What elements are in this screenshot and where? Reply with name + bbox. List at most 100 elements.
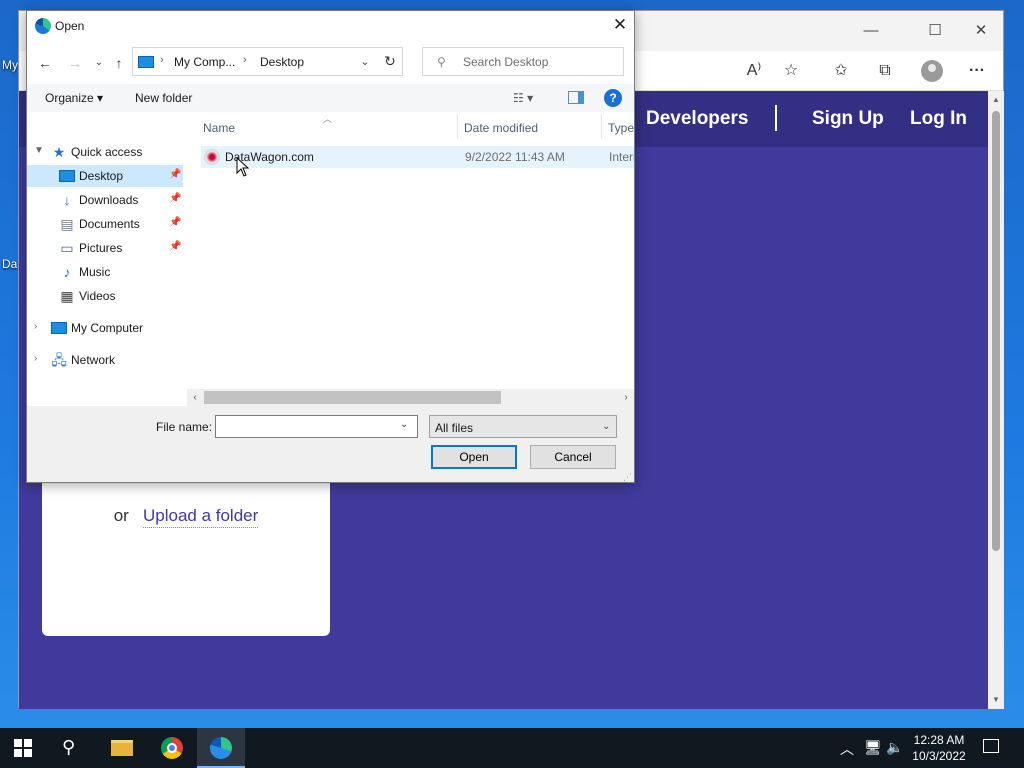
sort-ascending-icon: ︿: [323, 114, 333, 124]
crumb-separator[interactable]: ›: [160, 54, 164, 66]
column-divider[interactable]: [601, 114, 602, 138]
nav-signup-link[interactable]: Sign Up: [812, 108, 884, 130]
organize-button[interactable]: Organize ▾: [45, 91, 103, 105]
minimize-button[interactable]: —: [861, 21, 881, 41]
column-header-date[interactable]: Date modified: [464, 121, 538, 135]
scroll-up-icon[interactable]: ▲: [988, 93, 1004, 107]
maximize-button[interactable]: ☐: [925, 21, 945, 41]
nav-item-music[interactable]: ♪ Music: [27, 261, 183, 283]
desktop-icon-label[interactable]: Da: [2, 257, 17, 271]
file-date: 9/2/2022 11:43 AM: [465, 150, 565, 164]
expand-open-icon[interactable]: ▼: [34, 145, 44, 156]
taskbar-clock[interactable]: 12:28 AM 10/3/2022: [906, 732, 972, 764]
network-icon[interactable]: 🖥: [864, 739, 882, 756]
volume-icon[interactable]: 🔈: [886, 739, 903, 756]
page-scrollbar[interactable]: ▲ ▼: [988, 91, 1004, 709]
column-divider[interactable]: [457, 114, 458, 138]
scroll-down-icon[interactable]: ▼: [988, 693, 1004, 707]
upload-folder-link[interactable]: Upload a folder: [142, 506, 259, 528]
nav-item-desktop[interactable]: Desktop 📌: [27, 165, 183, 187]
clock-date: 10/3/2022: [912, 749, 966, 763]
open-button[interactable]: Open: [431, 445, 517, 469]
refresh-button[interactable]: ↻: [378, 47, 403, 76]
file-row[interactable]: DataWagon.com 9/2/2022 11:43 AM Intern: [201, 146, 634, 168]
add-favorite-icon[interactable]: ☆: [780, 60, 802, 82]
search-box[interactable]: ⚲ Search Desktop: [422, 47, 624, 76]
upload-text: or Upload a folder: [42, 506, 330, 528]
scroll-thumb[interactable]: [992, 111, 1000, 551]
navigation-pane: ▼ ★ Quick access Desktop 📌 ↓ Downloads 📌…: [27, 112, 187, 406]
help-icon[interactable]: ?: [604, 89, 622, 107]
taskbar-search-icon[interactable]: ⚲: [62, 737, 75, 758]
breadcrumb-my-computer[interactable]: My Comp...: [174, 55, 235, 69]
horizontal-scrollbar[interactable]: ‹ ›: [187, 389, 634, 406]
file-explorer-icon[interactable]: [111, 740, 133, 756]
edge-logo-icon: [35, 18, 51, 34]
nav-my-computer[interactable]: › My Computer: [27, 317, 183, 339]
pin-icon: 📌: [169, 241, 182, 252]
dialog-close-button[interactable]: ✕: [611, 16, 629, 34]
favorites-icon[interactable]: ✩: [830, 60, 852, 82]
recent-locations-button[interactable]: ⌄: [89, 53, 109, 73]
file-list: ︿ Name Date modified Type DataWagon.com …: [197, 112, 634, 406]
nav-network[interactable]: › 🖧 Network: [27, 349, 183, 371]
clock-time: 12:28 AM: [913, 733, 965, 747]
nav-item-videos[interactable]: ▦ Videos: [27, 285, 183, 307]
expand-closed-icon[interactable]: ›: [34, 321, 37, 332]
nav-item-downloads[interactable]: ↓ Downloads 📌: [27, 189, 183, 211]
file-name-input[interactable]: [215, 415, 418, 438]
nav-my-computer-label: My Computer: [71, 321, 144, 335]
nav-item-label: Music: [79, 265, 111, 279]
horizontal-scroll-thumb[interactable]: [204, 391, 501, 404]
column-header-name[interactable]: Name: [203, 121, 235, 135]
star-icon: ★: [52, 144, 66, 160]
profile-icon[interactable]: [921, 60, 943, 82]
address-bar[interactable]: › My Comp... › Desktop ⌄: [132, 47, 403, 76]
nav-item-label: Downloads: [79, 193, 139, 207]
crumb-separator[interactable]: ›: [243, 54, 247, 66]
collections-icon[interactable]: ⧉: [874, 60, 896, 82]
resize-grip-icon[interactable]: ⋰: [623, 472, 632, 483]
network-icon: 🖧: [51, 352, 67, 368]
chevron-down-icon[interactable]: ⌄: [355, 52, 375, 72]
nav-quick-access[interactable]: ▼ ★ Quick access: [27, 141, 183, 163]
cancel-button[interactable]: Cancel: [530, 445, 616, 469]
column-header-type[interactable]: Type: [608, 121, 634, 135]
expand-closed-icon[interactable]: ›: [34, 353, 37, 364]
dialog-footer: File name: ⌄ All files ⌄ Open Cancel: [27, 406, 634, 482]
read-aloud-icon[interactable]: A⁾: [743, 60, 765, 82]
nav-quick-access-label: Quick access: [71, 145, 143, 159]
new-folder-button[interactable]: New folder: [135, 91, 192, 105]
music-folder-icon: ♪: [63, 264, 71, 280]
nav-item-label: Pictures: [79, 241, 123, 255]
chevron-up-icon[interactable]: ︿: [840, 739, 854, 759]
taskbar: ⚲ ︿ 🖥 🔈 12:28 AM 10/3/2022: [0, 728, 1024, 768]
scroll-right-icon[interactable]: ›: [619, 390, 633, 405]
open-file-dialog: Open ✕ ← → ⌄ ↑ › My Comp... › Desktop ⌄ …: [26, 10, 635, 483]
upload-or-text: or: [113, 506, 129, 525]
forward-button[interactable]: →: [65, 53, 85, 73]
back-button[interactable]: ←: [35, 53, 55, 73]
nav-item-documents[interactable]: ▤ Documents 📌: [27, 213, 183, 235]
chrome-icon[interactable]: [161, 737, 183, 759]
more-icon[interactable]: ···: [966, 60, 988, 82]
chevron-down-icon[interactable]: ⌄: [400, 419, 408, 430]
scroll-left-icon[interactable]: ‹: [188, 390, 202, 405]
pin-icon: 📌: [169, 169, 182, 180]
nav-item-pictures[interactable]: ▭ Pictures 📌: [27, 237, 183, 259]
up-button[interactable]: ↑: [109, 53, 129, 73]
nav-login-link[interactable]: Log In: [910, 108, 967, 130]
change-view-button[interactable]: ☷ ▾: [513, 91, 533, 105]
windows-start-icon[interactable]: [14, 739, 32, 757]
preview-pane-icon[interactable]: [568, 91, 584, 104]
file-type: Intern: [609, 150, 634, 164]
desktop-icon-label[interactable]: My: [2, 58, 18, 72]
chevron-down-icon[interactable]: ⌄: [602, 421, 610, 432]
file-type-filter[interactable]: All files ⌄: [429, 415, 617, 438]
taskbar-edge-app[interactable]: [197, 728, 245, 768]
close-button[interactable]: ✕: [971, 21, 991, 41]
nav-item-label: Videos: [79, 289, 116, 303]
notification-icon[interactable]: [983, 739, 999, 753]
breadcrumb-desktop[interactable]: Desktop: [260, 55, 304, 69]
nav-developers-link[interactable]: Developers: [646, 108, 748, 130]
